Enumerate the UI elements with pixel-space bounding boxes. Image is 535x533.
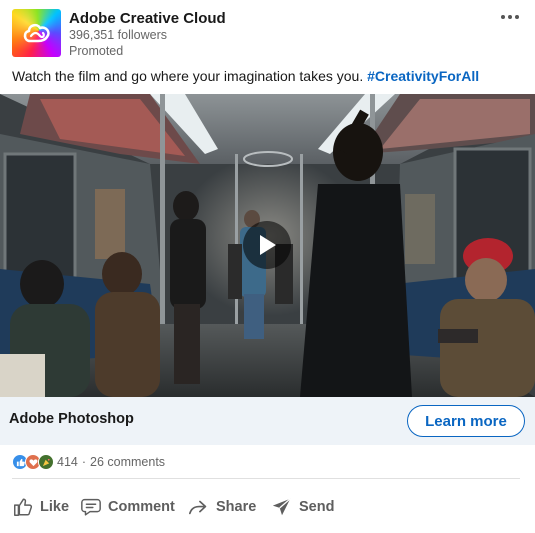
- separator: ·: [81, 455, 87, 469]
- comment-button[interactable]: Comment: [80, 487, 175, 527]
- play-button[interactable]: [243, 221, 291, 269]
- more-options-button[interactable]: [496, 8, 524, 26]
- caption-text: Watch the film and go where your imagina…: [12, 68, 368, 84]
- share-arrow-icon: [189, 500, 207, 515]
- share-label: Share: [216, 499, 257, 515]
- play-icon: [260, 235, 276, 255]
- action-bar: Like Comment Share Send: [0, 487, 535, 527]
- share-button[interactable]: Share: [188, 487, 256, 527]
- company-name[interactable]: Adobe Creative Cloud: [69, 10, 226, 27]
- dot-icon: [501, 15, 505, 19]
- reaction-count[interactable]: 414: [57, 455, 78, 469]
- post-caption: Watch the film and go where your imagina…: [12, 68, 479, 84]
- follower-count: 396,351 followers: [69, 28, 167, 42]
- like-label: Like: [40, 499, 70, 515]
- dot-icon: [508, 15, 512, 19]
- thumbs-up-icon: [14, 498, 33, 516]
- send-plane-icon: [272, 498, 291, 516]
- social-counts: 414 · 26 comments: [12, 452, 165, 472]
- send-label: Send: [299, 499, 335, 515]
- celebrate-icon: [38, 454, 54, 470]
- company-logo[interactable]: [12, 9, 61, 57]
- comments-count[interactable]: 26 comments: [90, 455, 165, 469]
- ad-title[interactable]: Adobe Photoshop: [9, 411, 134, 427]
- promoted-label: Promoted: [69, 44, 124, 58]
- comment-label: Comment: [108, 499, 175, 515]
- dot-icon: [515, 15, 519, 19]
- like-button[interactable]: Like: [12, 487, 69, 527]
- post-header: Adobe Creative Cloud 396,351 followers P…: [0, 0, 535, 62]
- learn-more-button[interactable]: Learn more: [407, 405, 525, 437]
- divider: [12, 478, 520, 479]
- comment-icon: [81, 498, 101, 516]
- reaction-icons[interactable]: [12, 454, 54, 470]
- video-player[interactable]: [0, 94, 535, 397]
- creative-cloud-icon: [23, 23, 50, 43]
- send-button[interactable]: Send: [271, 487, 334, 527]
- hashtag-link[interactable]: #CreativityForAll: [367, 68, 479, 84]
